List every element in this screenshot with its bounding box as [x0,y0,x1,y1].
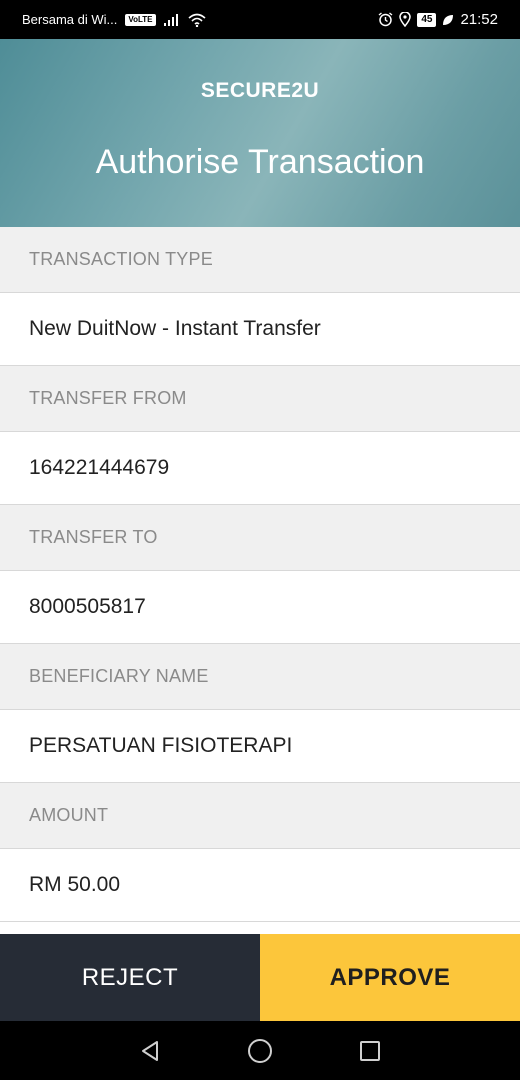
clock-time: 21:52 [460,11,498,28]
recents-icon[interactable] [355,1036,385,1066]
reject-button[interactable]: REJECT [0,934,260,1021]
leaf-icon [442,14,454,26]
system-nav-bar [0,1021,520,1080]
back-icon[interactable] [135,1036,165,1066]
transfer-from-value: 164221444679 [0,432,520,505]
transfer-from-label: TRANSFER FROM [0,366,520,432]
beneficiary-name-label: BENEFICIARY NAME [0,644,520,710]
transaction-details: TRANSACTION TYPE New DuitNow - Instant T… [0,227,520,922]
transfer-to-value: 8000505817 [0,571,520,644]
volte-badge: VoLTE [125,13,156,26]
status-bar: Bersama di Wi... VoLTE 45 21:52 [0,0,520,39]
battery-icon: 45 [417,12,437,27]
location-icon [399,12,412,27]
transaction-type-value: New DuitNow - Instant Transfer [0,293,520,366]
carrier-name: Bersama di Wi... [22,12,118,27]
beneficiary-name-value: PERSATUAN FISIOTERAPI [0,710,520,783]
secure2u-header: SECURE2U Authorise Transaction [0,39,520,227]
page-title: Authorise Transaction [95,143,425,181]
status-left: Bersama di Wi... VoLTE [22,12,206,27]
amount-label: AMOUNT [0,783,520,849]
action-bar: REJECT APPROVE [0,934,520,1021]
amount-value: RM 50.00 [0,849,520,922]
approve-button[interactable]: APPROVE [260,934,520,1021]
wifi-icon [187,13,206,27]
brand-title: SECURE2U [200,79,320,102]
transfer-to-label: TRANSFER TO [0,505,520,571]
status-right: 45 21:52 [378,11,498,28]
home-icon[interactable] [245,1036,275,1066]
signal-icon [163,13,180,26]
alarm-icon [378,12,393,27]
transaction-type-label: TRANSACTION TYPE [0,227,520,293]
